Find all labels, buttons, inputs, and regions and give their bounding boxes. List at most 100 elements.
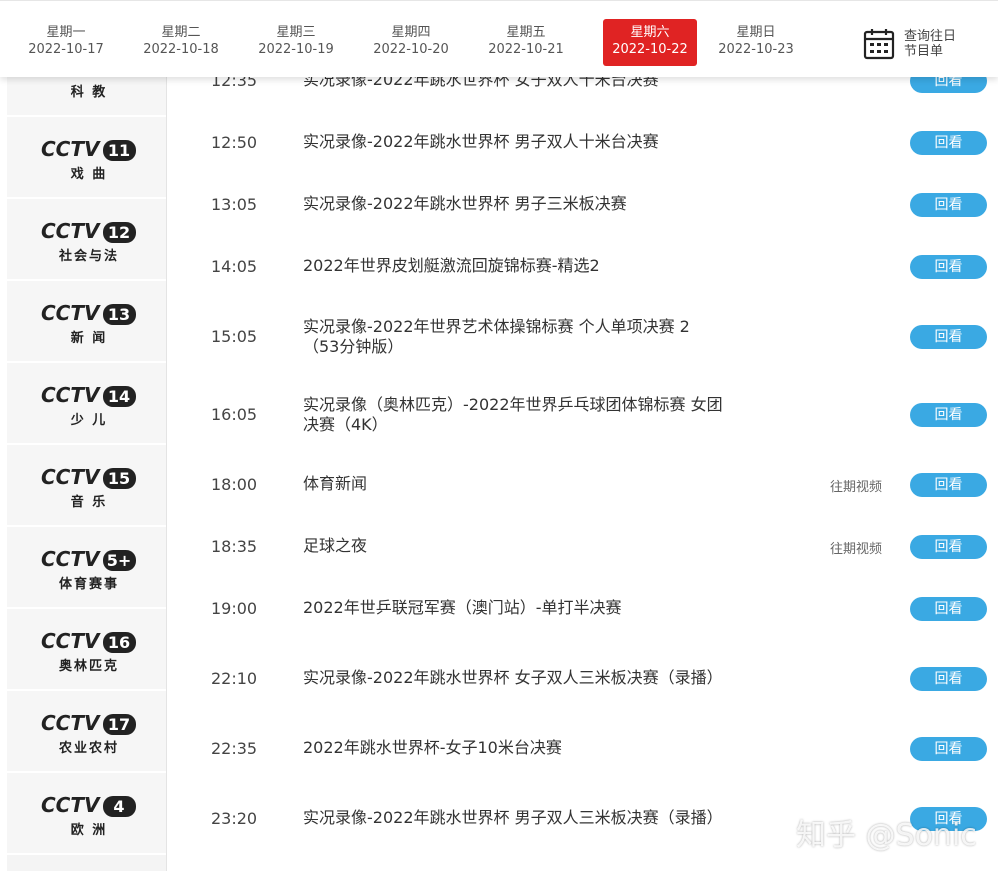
replay-button[interactable]: 回看 — [910, 667, 987, 691]
replay-button[interactable]: 回看 — [910, 325, 987, 349]
program-time: 22:35 — [211, 739, 258, 758]
channel-number: 13 — [108, 305, 130, 324]
day-tab-weekday: 星期五 — [506, 25, 546, 40]
cctv-logo-icon: CCTV 16 — [41, 629, 136, 653]
replay-button[interactable]: 回看 — [910, 473, 987, 497]
day-tab[interactable]: 星期一 2022-10-17 — [19, 19, 113, 66]
channel-item[interactable]: CCTV 11 戏 曲 — [7, 117, 166, 199]
cctv-wordmark: CCTV — [41, 301, 101, 325]
program-title[interactable]: 实况录像（奥林匹克）-2022年世界乒乓球团体锦标赛 女团决赛（4K） — [303, 395, 723, 435]
day-tab-date: 2022-10-18 — [143, 42, 219, 57]
channel-item[interactable]: CCTV 4 欧 洲 — [7, 773, 166, 855]
day-tab[interactable]: 星期日 2022-10-23 — [709, 19, 803, 66]
program-time: 15:05 — [211, 327, 258, 346]
channel-name: 欧 洲 — [70, 823, 108, 838]
day-tab[interactable]: 星期三 2022-10-19 — [249, 19, 343, 66]
program-title[interactable]: 2022年世界皮划艇激流回旋锦标赛-精选2 — [303, 256, 723, 276]
program-time: 16:05 — [211, 405, 258, 424]
watermark: 知乎 @Sonic — [796, 818, 977, 853]
calendar-icon — [863, 29, 895, 60]
cctv-logo-icon: CCTV 12 — [41, 219, 136, 243]
day-tab[interactable]: 星期六 2022-10-22 — [603, 19, 697, 66]
day-tab-date: 2022-10-23 — [718, 42, 794, 57]
channel-number: 14 — [108, 387, 130, 406]
cctv-wordmark: CCTV — [41, 219, 101, 243]
day-tab-date: 2022-10-19 — [258, 42, 334, 57]
program-time: 19:00 — [211, 599, 258, 618]
program-title[interactable]: 2022年跳水世界杯-女子10米台决赛 — [303, 738, 723, 758]
day-tab-weekday: 星期四 — [391, 25, 431, 40]
channel-name: 戏 曲 — [70, 167, 108, 182]
program-time: 12:50 — [211, 133, 258, 152]
channel-number: 4 — [113, 797, 124, 816]
day-tab[interactable]: 星期五 2022-10-21 — [479, 19, 573, 66]
day-tab-weekday: 星期日 — [736, 25, 776, 40]
channel-item[interactable]: CCTV 14 少 儿 — [7, 363, 166, 445]
day-tab-date: 2022-10-20 — [373, 42, 449, 57]
program-title[interactable]: 实况录像-2022年跳水世界杯 男子双人十米台决赛 — [303, 132, 723, 152]
cctv-wordmark: CCTV — [41, 383, 101, 407]
replay-button[interactable]: 回看 — [910, 535, 987, 559]
column-divider — [166, 76, 167, 871]
channel-number: 5+ — [107, 551, 132, 570]
day-tab[interactable]: 星期四 2022-10-20 — [364, 19, 458, 66]
program-title[interactable]: 实况录像-2022年跳水世界杯 男子双人三米板决赛（录播） — [303, 808, 723, 828]
replay-button[interactable]: 回看 — [910, 403, 987, 427]
cctv-logo-icon: CCTV 15 — [41, 465, 136, 489]
channel-number: 11 — [108, 141, 130, 160]
channel-name: 农业农村 — [58, 741, 119, 756]
past-videos-link[interactable]: 往期视频 — [830, 476, 882, 495]
channel-item[interactable]: CCTV 13 新 闻 — [7, 281, 166, 363]
cctv-wordmark: CCTV — [41, 465, 101, 489]
replay-button[interactable]: 回看 — [910, 255, 987, 279]
cctv-wordmark: CCTV — [41, 547, 101, 571]
channel-number: 16 — [108, 633, 130, 652]
day-tab-date: 2022-10-17 — [28, 42, 104, 57]
day-tab-weekday: 星期二 — [161, 25, 201, 40]
channel-number: 15 — [108, 469, 130, 488]
replay-button[interactable]: 回看 — [910, 193, 987, 217]
channel-number: 12 — [108, 223, 130, 242]
channel-name: 少 儿 — [70, 413, 108, 428]
channel-item[interactable]: CCTV 12 社会与法 — [7, 199, 166, 281]
past-schedule-label: 查询往日 节目单 — [904, 29, 957, 59]
day-tab[interactable]: 星期二 2022-10-18 — [134, 19, 228, 66]
program-time: 14:05 — [211, 257, 258, 276]
cctv-wordmark: CCTV — [41, 629, 101, 653]
program-title[interactable]: 实况录像-2022年跳水世界杯 女子双人三米板决赛（录播） — [303, 668, 723, 688]
replay-button[interactable]: 回看 — [910, 737, 987, 761]
past-videos-link[interactable]: 往期视频 — [830, 538, 882, 557]
cctv-logo-icon: CCTV 14 — [41, 383, 136, 407]
past-schedule-button[interactable]: 查询往日 节目单 — [862, 27, 992, 63]
day-tab-date: 2022-10-21 — [488, 42, 564, 57]
program-title[interactable]: 实况录像-2022年跳水世界杯 男子三米板决赛 — [303, 194, 723, 214]
day-tab-date: 2022-10-22 — [612, 42, 688, 57]
channel-name: 奥林匹克 — [58, 659, 119, 674]
program-title[interactable]: 体育新闻 — [303, 474, 723, 494]
cctv-wordmark: CCTV — [41, 137, 101, 161]
day-tab-weekday: 星期一 — [46, 25, 86, 40]
replay-button[interactable]: 回看 — [910, 131, 987, 155]
cctv-logo-icon: CCTV 17 — [41, 711, 136, 735]
program-title[interactable]: 实况录像-2022年世界艺术体操锦标赛 个人单项决赛 2（53分钟版） — [303, 317, 723, 357]
channel-item[interactable]: CCTV 5+ 体育赛事 — [7, 527, 166, 609]
program-title[interactable]: 足球之夜 — [303, 536, 723, 556]
channel-name: 社会与法 — [58, 249, 119, 264]
program-time: 23:20 — [211, 809, 258, 828]
program-time: 13:05 — [211, 195, 258, 214]
channel-item[interactable]: CCTV 16 奥林匹克 — [7, 609, 166, 691]
channel-name: 体育赛事 — [58, 577, 119, 592]
channel-name: 科 教 — [70, 85, 108, 100]
channel-item[interactable]: CCTV 17 农业农村 — [7, 691, 166, 773]
cctv-logo-icon: CCTV 4 — [41, 793, 136, 817]
replay-button[interactable]: 回看 — [910, 597, 987, 621]
channel-list: CCTV 科 教 CCTV 11戏 曲 CCTV 12 社会与法 CCTV 13新 闻 CCTV 1… — [7, 35, 166, 871]
program-title[interactable]: 2022年世乒联冠军赛（澳门站）-单打半决赛 — [303, 598, 723, 618]
program-time: 18:00 — [211, 475, 258, 494]
day-selector-bar: 查询往日 节目单 星期一 2022-10-17 星期二 2022-10-18 星期三 20… — [0, 0, 998, 77]
cctv-wordmark: CCTV — [41, 793, 101, 817]
channel-item[interactable]: CCTV 15 音 乐 — [7, 445, 166, 527]
cctv-logo-icon: CCTV 13 — [41, 301, 136, 325]
cctv-wordmark: CCTV — [41, 711, 101, 735]
cctv-logo-icon: CCTV 5+ — [41, 547, 136, 571]
